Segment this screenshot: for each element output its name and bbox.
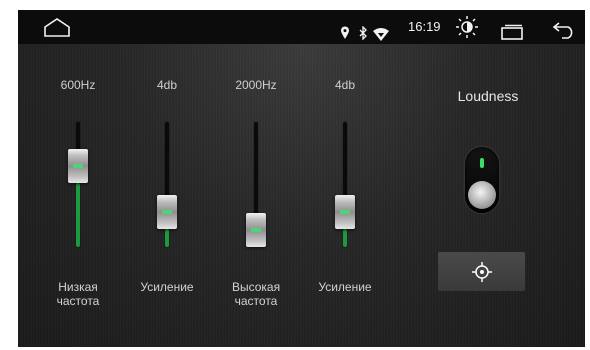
band-3-thumb[interactable] [246, 213, 266, 247]
bluetooth-icon [358, 19, 368, 53]
loudness-toggle-knob[interactable] [468, 181, 496, 209]
band-3-slider[interactable] [246, 122, 266, 247]
band-2-fill [165, 228, 169, 247]
band-1-label: Низкая частота [56, 280, 100, 308]
band-4-slider[interactable] [335, 122, 355, 247]
loudness-label: Loudness [457, 88, 519, 104]
band-3-label: Высокая частота [231, 280, 281, 308]
band-1-thumb[interactable] [68, 149, 88, 184]
band-1-value: 600Hz [60, 78, 96, 92]
crosshair-icon [472, 262, 492, 282]
band-1-slider[interactable] [68, 122, 88, 247]
location-icon [340, 19, 350, 53]
loudness-indicator-led [480, 158, 484, 168]
band-4-thumb[interactable] [335, 194, 355, 229]
brightness-icon[interactable] [455, 15, 479, 52]
band-2-label: Усиление [140, 280, 194, 294]
band-4-value: 4db [334, 78, 356, 92]
clock: 16:19 [408, 19, 441, 34]
band-2-slider[interactable] [157, 122, 177, 247]
screen: 16:19 600Hz Низкая частота 4db Усиление … [18, 10, 585, 347]
home-icon[interactable] [42, 16, 72, 51]
band-4-label: Усиление [318, 280, 372, 294]
band-4-fill [343, 228, 347, 247]
recents-icon[interactable] [500, 19, 524, 53]
band-2-value: 4db [156, 78, 178, 92]
band-2-thumb[interactable] [157, 194, 177, 229]
status-bar: 16:19 [18, 10, 585, 44]
band-1-fill [76, 183, 80, 247]
target-button[interactable] [438, 252, 525, 291]
loudness-toggle[interactable] [465, 147, 499, 213]
band-3-value: 2000Hz [235, 78, 277, 92]
wifi-icon [373, 20, 389, 54]
back-icon[interactable] [552, 18, 576, 52]
